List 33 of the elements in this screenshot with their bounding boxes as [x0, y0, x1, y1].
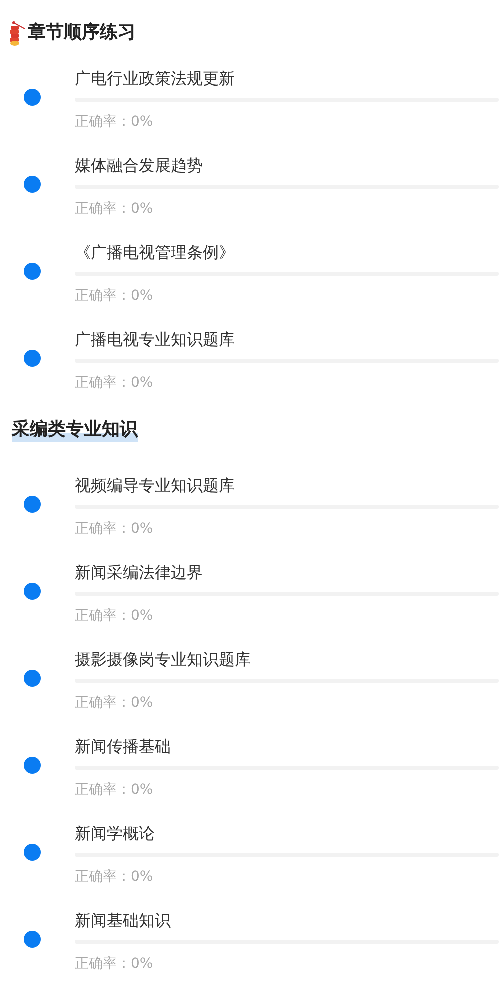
accuracy-label: 正确率：0% [75, 955, 154, 974]
status-dot [24, 176, 41, 193]
status-dot [24, 89, 41, 106]
chapter-title[interactable]: 新闻传播基础 [75, 736, 499, 758]
section-title: 采编类专业知识 [12, 418, 138, 442]
chapter-title[interactable]: 摄影摄像岗专业知识题库 [75, 649, 499, 671]
status-dot [24, 583, 41, 600]
accuracy-label: 正确率：0% [75, 694, 154, 713]
status-dot [24, 496, 41, 513]
firecracker-icon [10, 20, 26, 46]
status-dot [24, 844, 41, 861]
status-dot [24, 263, 41, 280]
accuracy-label: 正确率：0% [75, 607, 154, 626]
chapter-title[interactable]: 广电行业政策法规更新 [75, 68, 499, 90]
chapter-title[interactable]: 新闻基础知识 [75, 910, 499, 932]
status-dot [24, 931, 41, 948]
chapter-title[interactable]: 新闻采编法律边界 [75, 562, 499, 584]
chapter-title[interactable]: 《广播电视管理条例》 [75, 242, 499, 264]
status-dot [24, 670, 41, 687]
status-dot [24, 350, 41, 367]
accuracy-label: 正确率：0% [75, 868, 154, 887]
chapter-title[interactable]: 广播电视专业知识题库 [75, 329, 499, 351]
chapter-title[interactable]: 新闻学概论 [75, 823, 499, 845]
accuracy-label: 正确率：0% [75, 520, 154, 539]
section-title: 章节顺序练习 [28, 21, 136, 45]
accuracy-label: 正确率：0% [75, 374, 154, 393]
chapter-title[interactable]: 视频编导专业知识题库 [75, 475, 499, 497]
status-dot [24, 757, 41, 774]
accuracy-label: 正确率：0% [75, 287, 154, 306]
accuracy-label: 正确率：0% [75, 113, 154, 132]
chapter-title[interactable]: 媒体融合发展趋势 [75, 155, 499, 177]
accuracy-label: 正确率：0% [75, 200, 154, 219]
accuracy-label: 正确率：0% [75, 781, 154, 800]
